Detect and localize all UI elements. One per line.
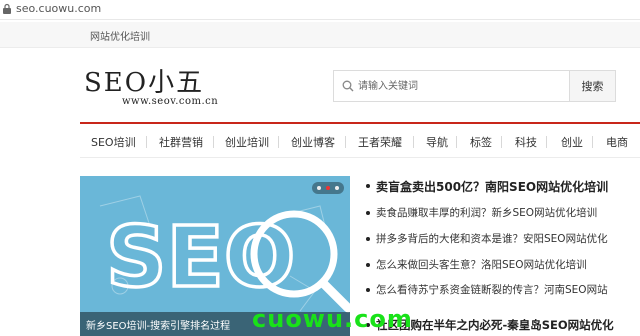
nav-separator: [146, 136, 147, 148]
slider-dot[interactable]: [335, 186, 339, 190]
nav-separator: [278, 136, 279, 148]
slider-dot[interactable]: [317, 186, 321, 190]
search-box: 搜索: [333, 70, 616, 102]
bullet: [366, 263, 370, 267]
search-button[interactable]: 搜索: [569, 71, 615, 101]
nav-separator: [501, 136, 502, 148]
nav-separator: [413, 136, 414, 148]
banner-art-text: SEO: [106, 208, 295, 306]
nav-separator: [546, 136, 547, 148]
slider-dot-active[interactable]: [326, 186, 330, 190]
slider-dots: [312, 182, 344, 194]
search-input[interactable]: [358, 75, 568, 97]
topbar-link[interactable]: 网站优化培训: [90, 28, 150, 43]
nav-item[interactable]: 创业博客: [291, 134, 335, 150]
main-nav: SEO培训 社群营销 创业培训 创业博客 王者荣耀 导航 标签 科技 创业 电商: [80, 122, 640, 158]
bullet: [366, 184, 370, 188]
nav-separator: [213, 136, 214, 148]
banner-caption-text[interactable]: 新乡SEO培训-搜索引擎排名过程: [86, 317, 230, 332]
bullet: [366, 237, 370, 241]
nav-item[interactable]: 导航: [426, 134, 448, 150]
nav-item[interactable]: 社群营销: [159, 134, 203, 150]
news-link[interactable]: 怎么看待苏宁系资金链断裂的传言？河南SEO网站: [376, 282, 608, 297]
watermark: cuowu.com: [252, 305, 413, 333]
browser-address-bar[interactable]: seo.cuowu.com: [0, 0, 640, 20]
bullet: [366, 288, 370, 292]
nav-item[interactable]: 电商: [606, 134, 628, 150]
nav-item[interactable]: 王者荣耀: [358, 134, 402, 150]
site-logo[interactable]: SEO小五 www.seov.com.cn: [84, 62, 224, 112]
lock-icon: [3, 3, 11, 14]
search-icon: [342, 80, 354, 92]
logo-url: www.seov.com.cn: [122, 96, 219, 107]
headline-link[interactable]: 卖盲盒卖出500亿？南阳SEO网站优化培训: [376, 178, 608, 195]
news-link[interactable]: 怎么来做回头客生意？洛阳SEO网站优化培训: [376, 257, 587, 272]
logo-text: SEO小五: [84, 68, 205, 98]
nav-item[interactable]: 创业: [561, 134, 583, 150]
nav-item[interactable]: 标签: [470, 134, 492, 150]
news-link[interactable]: 卖食品赚取丰厚的利润？新乡SEO网站优化培训: [376, 205, 597, 220]
top-bar: 网站优化培训: [0, 22, 640, 48]
nav-item[interactable]: 创业培训: [225, 134, 269, 150]
url-text[interactable]: seo.cuowu.com: [16, 2, 101, 15]
nav-item[interactable]: 科技: [515, 134, 537, 150]
nav-separator: [345, 136, 346, 148]
nav-separator: [592, 136, 593, 148]
nav-separator: [456, 136, 457, 148]
bullet: [366, 211, 370, 215]
nav-item[interactable]: SEO培训: [91, 134, 136, 150]
news-link[interactable]: 拼多多背后的大佬和资本是谁？安阳SEO网站优化: [376, 231, 608, 246]
